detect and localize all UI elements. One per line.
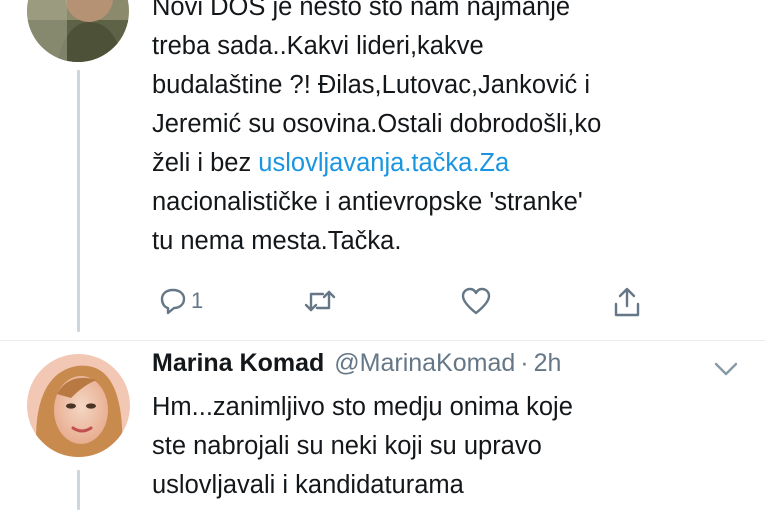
user-handle[interactable]: @MarinaKomad xyxy=(334,349,515,378)
tweet-line: Novi DOS je nešto što nam najmanje xyxy=(152,0,571,21)
tweet-text: Novi DOS je nešto što nam najmanje treba… xyxy=(152,0,601,261)
tweet-line: ste nabrojali su neki koji su upravo xyxy=(152,432,542,460)
avatar[interactable] xyxy=(27,354,130,457)
tweet-actions: 1 xyxy=(150,286,670,326)
tweet-menu-button[interactable] xyxy=(713,360,739,383)
thread-line-bottom xyxy=(77,470,80,510)
separator-dot: · xyxy=(520,349,529,377)
heart-icon xyxy=(460,286,492,316)
thread-line-top xyxy=(77,70,80,332)
avatar[interactable] xyxy=(27,0,129,62)
retweet-button[interactable] xyxy=(303,286,337,316)
reply-icon xyxy=(158,286,188,316)
reply-button[interactable]: 1 xyxy=(158,286,203,316)
tweet-line: treba sada..Kakvi lideri,kakve xyxy=(152,32,484,60)
tweet-line: tu nema mesta.Tačka. xyxy=(152,227,402,255)
display-name[interactable]: Marina Komad xyxy=(152,349,324,378)
tweet-divider xyxy=(0,340,765,341)
share-button[interactable] xyxy=(612,286,642,318)
tweet-line: želi i bez uslovljavanja.tačka.Za xyxy=(152,144,601,183)
tweet-header: Marina Komad @MarinaKomad · 2h xyxy=(152,349,561,378)
tweet-line: uslovljavali i kandidaturama xyxy=(152,471,464,499)
tweet-line: Jeremić su osovina.Ostali dobrodošli,ko xyxy=(152,110,602,138)
like-button[interactable] xyxy=(460,286,492,316)
reply-count: 1 xyxy=(191,288,204,313)
timestamp[interactable]: 2h xyxy=(534,349,562,378)
share-icon xyxy=(612,286,642,318)
tweet-line: budalaštine ?! Đilas,Lutovac,Janković i xyxy=(152,71,590,99)
tweet-link[interactable]: uslovljavanja.tačka.Za xyxy=(258,149,509,177)
tweet-line: Hm...zanimljivo sto medju onima koje xyxy=(152,393,573,421)
tweet-text: Hm...zanimljivo sto medju onima koje ste… xyxy=(152,388,573,505)
retweet-icon xyxy=(303,286,337,316)
chevron-down-icon xyxy=(713,362,739,382)
tweet-line: nacionalističke i antievropske 'stranke' xyxy=(152,188,583,216)
tweet-line-text: želi i bez xyxy=(152,149,259,177)
